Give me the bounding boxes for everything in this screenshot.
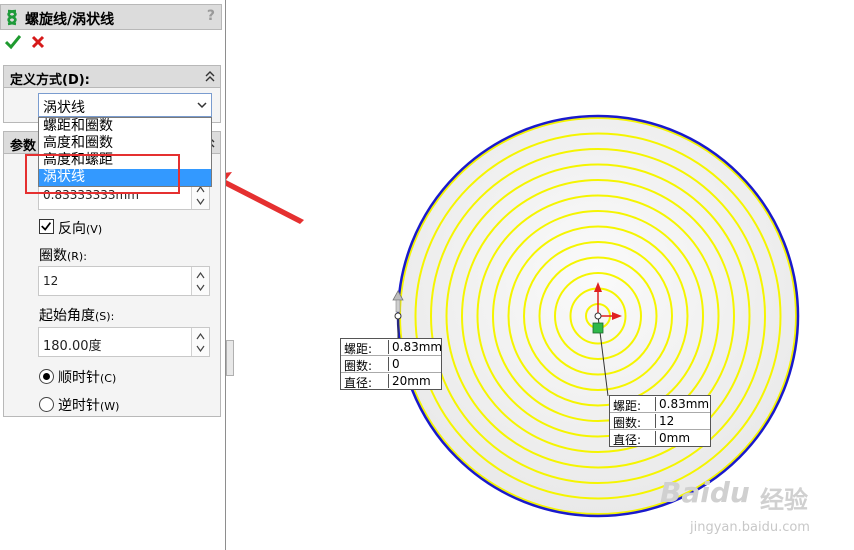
start-angle-label: 起始角度(S): xyxy=(39,308,115,324)
clockwise-label: 顺时针(C) xyxy=(58,370,117,386)
definition-group-header[interactable]: 定义方式(D): xyxy=(4,66,220,88)
start-diameter-value[interactable]: 20mm xyxy=(388,374,431,388)
parameters-heading: 参数 xyxy=(10,139,37,154)
helix-feature-icon xyxy=(7,9,17,26)
spin-up-icon[interactable] xyxy=(196,333,205,340)
spin-up-icon[interactable] xyxy=(196,272,205,279)
turns-input[interactable]: 12 xyxy=(38,266,210,296)
cancel-x-icon[interactable] xyxy=(31,35,45,49)
start-pitch-value[interactable]: 0.83mm xyxy=(388,340,442,354)
start-angle-value[interactable]: 180.00度 xyxy=(43,335,102,354)
end-pitch-value[interactable]: 0.83mm xyxy=(655,397,709,411)
annotation-highlight-box xyxy=(25,154,180,194)
checkmark-icon xyxy=(41,222,52,231)
start-point-handle[interactable] xyxy=(394,312,402,320)
start-angle-spinner[interactable] xyxy=(191,328,209,356)
end-turns-label: 圈数: xyxy=(613,416,642,430)
turns-label: 圈数(R): xyxy=(39,248,87,264)
turns-spinner[interactable] xyxy=(191,267,209,295)
baidu-watermark-logo: Baidu xyxy=(660,476,750,509)
help-icon[interactable]: ? xyxy=(207,8,215,24)
spin-down-icon[interactable] xyxy=(196,345,205,352)
watermark-url: jingyan.baidu.com xyxy=(690,520,810,535)
spin-down-icon[interactable] xyxy=(196,198,205,205)
clockwise-radio[interactable] xyxy=(39,369,54,384)
start-diameter-label: 直径: xyxy=(344,376,373,390)
spin-down-icon[interactable] xyxy=(196,284,205,291)
panel-splitter-handle[interactable] xyxy=(226,340,234,376)
end-pitch-label: 螺距: xyxy=(613,399,642,413)
counterclockwise-label: 逆时针(W) xyxy=(58,398,120,414)
definition-heading: 定义方式(D): xyxy=(10,73,90,88)
end-diameter-value[interactable]: 0mm xyxy=(655,431,690,445)
ok-checkmark-icon[interactable] xyxy=(5,34,21,50)
start-arrow-shaft xyxy=(395,299,401,313)
panel-title-bar: 螺旋线/涡状线 ? xyxy=(0,4,222,30)
collapse-chevron-icon[interactable] xyxy=(205,70,215,82)
start-turns-label: 圈数: xyxy=(344,359,373,373)
option-pitch-and-revolutions[interactable]: 螺距和圈数 xyxy=(39,118,211,135)
option-height-and-revolutions[interactable]: 高度和圈数 xyxy=(39,135,211,152)
counterclockwise-radio[interactable] xyxy=(39,397,54,412)
start-angle-input[interactable]: 180.00度 xyxy=(38,327,210,357)
chevron-down-icon[interactable] xyxy=(197,101,207,109)
end-turns-value[interactable]: 12 xyxy=(655,414,674,428)
spin-up-icon[interactable] xyxy=(196,186,205,193)
center-handle[interactable] xyxy=(594,312,602,320)
end-diameter-label: 直径: xyxy=(613,433,642,447)
reverse-checkbox[interactable] xyxy=(39,219,54,234)
start-turns-value[interactable]: 0 xyxy=(388,357,400,371)
end-callout: 螺距: 0.83mm 圈数: 12 直径: 0mm xyxy=(609,395,711,447)
panel-title: 螺旋线/涡状线 xyxy=(25,12,115,28)
origin-point-icon[interactable] xyxy=(592,322,604,334)
turns-value[interactable]: 12 xyxy=(43,274,58,288)
watermark-jingyan-text: 经验 xyxy=(760,486,808,514)
property-manager-panel: 螺旋线/涡状线 ? 定义方式(D): 参数 0.83333333mm 反向(V)… xyxy=(0,0,226,550)
start-pitch-label: 螺距: xyxy=(344,342,373,356)
definition-selected-value: 涡状线 xyxy=(43,100,85,116)
definition-dropdown[interactable]: 涡状线 xyxy=(38,93,212,117)
reverse-label: 反向(V) xyxy=(58,221,103,237)
start-callout: 螺距: 0.83mm 圈数: 0 直径: 20mm xyxy=(340,338,442,390)
